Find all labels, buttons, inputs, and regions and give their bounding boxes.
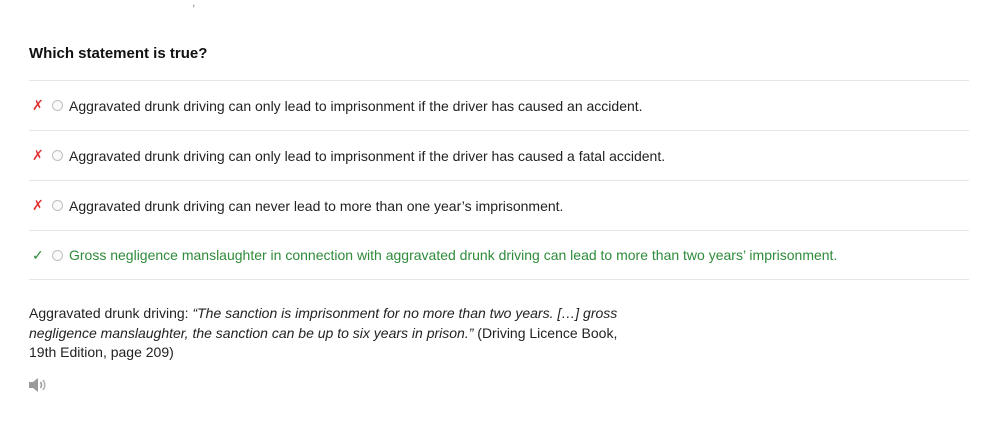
speaker-icon[interactable] <box>28 376 48 394</box>
radio-button[interactable] <box>52 200 63 211</box>
checkmark-icon: ✓ <box>32 246 44 263</box>
answer-option-2[interactable]: ✗ Aggravated drunk driving can only lead… <box>29 130 969 180</box>
answer-option-3[interactable]: ✗ Aggravated drunk driving can never lea… <box>29 180 969 230</box>
answer-text: Aggravated drunk driving can only lead t… <box>69 147 666 164</box>
answer-option-1[interactable]: ✗ Aggravated drunk driving can only lead… <box>29 80 969 130</box>
explanation-text: Aggravated drunk driving: “The sanction … <box>29 304 639 363</box>
radio-button[interactable] <box>52 249 63 261</box>
answer-text-correct: Gross negligence manslaughter in connect… <box>69 247 838 263</box>
question-title: Which statement is true? <box>29 45 208 62</box>
answer-option-4[interactable]: ✓ Gross negligence manslaughter in conne… <box>29 230 969 280</box>
radio-button[interactable] <box>52 150 63 161</box>
radio-button[interactable] <box>52 100 63 111</box>
cross-icon: ✗ <box>32 97 44 113</box>
cross-icon: ✗ <box>32 197 44 213</box>
explanation-prefix: Aggravated drunk driving: <box>29 305 193 321</box>
answer-text: Aggravated drunk driving can only lead t… <box>69 97 643 114</box>
clipped-top-fragment: , <box>192 0 196 9</box>
answer-text: Aggravated drunk driving can never lead … <box>69 197 564 214</box>
answer-list: ✗ Aggravated drunk driving can only lead… <box>29 80 969 280</box>
cross-icon: ✗ <box>32 147 44 163</box>
